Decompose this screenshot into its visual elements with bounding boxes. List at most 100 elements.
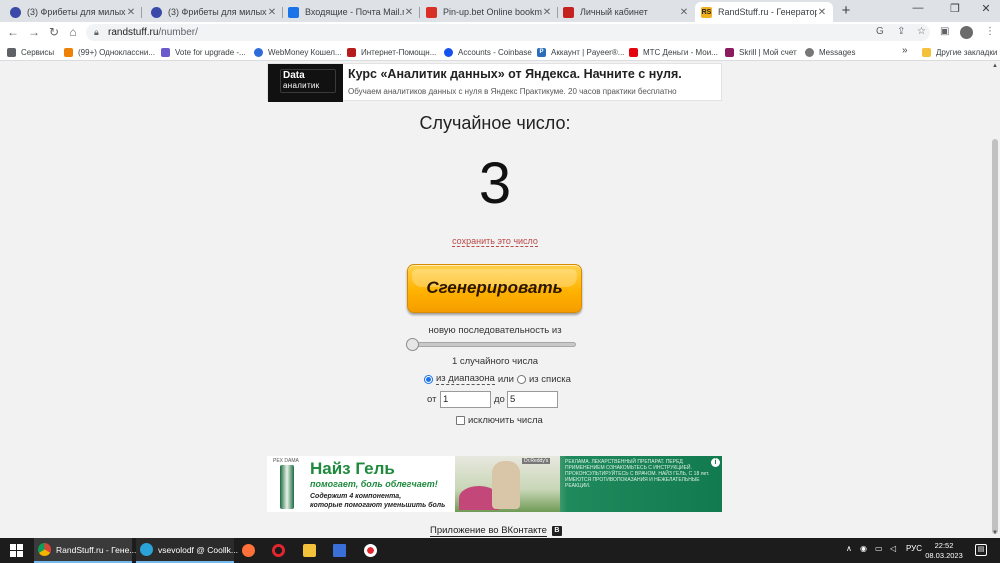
bookmark-label: WebMoney Кошел... xyxy=(268,47,342,57)
mode-selector: из диапазона или из списка xyxy=(424,373,571,385)
ad-photo-person xyxy=(492,461,520,509)
bookmark-label: Accounts - Coinbase xyxy=(458,47,532,57)
exclude-option[interactable]: исключить числа xyxy=(456,415,543,426)
tray-overflow-icon[interactable]: ∧ xyxy=(846,544,852,553)
taskbar-clock[interactable]: 22:52 08.03.2023 xyxy=(924,541,964,561)
skrill-icon xyxy=(725,47,734,57)
ad-sponsor-badge: Dr.Reddy's xyxy=(522,458,551,464)
bookmark-mts[interactable]: МТС Деньги - Мои... xyxy=(629,46,718,58)
tab-3[interactable]: Pin-up.bet Online bookmaker ✕ xyxy=(420,2,558,22)
tab-title: Входящие - Почта Mail.ru xyxy=(305,7,404,17)
close-window-button[interactable]: ✕ xyxy=(976,2,996,15)
ad-banner-top[interactable]: Data аналитик Курс «Аналитик данных» от … xyxy=(267,63,722,102)
google-lens-icon[interactable]: G xyxy=(876,26,884,37)
close-icon[interactable]: ✕ xyxy=(404,7,414,18)
close-icon[interactable]: ✕ xyxy=(679,7,689,18)
generate-button[interactable]: Сгенерировать xyxy=(407,264,582,313)
bookmark-vote[interactable]: Vote for upgrade -... xyxy=(161,46,246,58)
network-icon[interactable]: ▭ xyxy=(875,544,883,553)
count-slider[interactable] xyxy=(406,338,576,351)
new-tab-button[interactable]: + xyxy=(838,3,854,19)
taskbar-pin-explorer[interactable] xyxy=(298,538,320,563)
to-input[interactable] xyxy=(507,391,558,408)
vk-app-link-label: Приложение во ВКонтакте xyxy=(430,525,547,537)
restore-button[interactable]: ❐ xyxy=(945,2,965,15)
product-tube-image xyxy=(280,465,294,509)
tab-4[interactable]: Личный кабинет ✕ xyxy=(557,2,695,22)
volume-icon[interactable]: ◁ xyxy=(890,544,896,553)
tab-0[interactable]: (3) Фрибеты для милых дам ✕ xyxy=(4,2,142,22)
taskbar-app-telegram[interactable]: vsevolodf @ Coollk... xyxy=(136,538,238,563)
bookmark-label: Интернет-Помощн... xyxy=(361,47,437,57)
profile-avatar[interactable] xyxy=(960,26,973,39)
share-icon[interactable]: ⇪ xyxy=(897,26,905,37)
taskbar-pin-yandex[interactable] xyxy=(359,538,381,563)
tab-5-active[interactable]: RS RandStuff.ru - Генератор слу ✕ xyxy=(695,2,833,22)
forward-button[interactable]: → xyxy=(27,25,41,39)
back-button[interactable]: ← xyxy=(6,25,20,39)
random-number: 3 xyxy=(478,151,512,216)
range-label[interactable]: из диапазона xyxy=(436,373,495,385)
taskbar-pin-opera[interactable] xyxy=(267,538,289,563)
list-label[interactable]: из списка xyxy=(529,374,571,385)
bookmark-coinbase[interactable]: Accounts - Coinbase xyxy=(444,46,532,58)
mts-icon xyxy=(629,47,638,57)
taskbar-pin-firefox[interactable] xyxy=(237,538,259,563)
vk-icon: В xyxy=(551,526,562,536)
reload-button[interactable]: ↻ xyxy=(47,25,61,39)
bookmark-internet-helper[interactable]: Интернет-Помощн... xyxy=(347,46,436,58)
slider-handle[interactable] xyxy=(406,338,419,351)
bookmark-messages[interactable]: Messages xyxy=(805,46,855,58)
bookmark-star-icon[interactable]: ☆ xyxy=(917,26,926,37)
list-radio[interactable] xyxy=(517,374,526,384)
coinbase-icon xyxy=(444,47,453,57)
scroll-up-icon[interactable]: ▲ xyxy=(992,63,998,69)
from-input[interactable] xyxy=(440,391,491,408)
taskbar-pin-floppy[interactable] xyxy=(328,538,350,563)
exclude-checkbox[interactable] xyxy=(456,416,465,425)
save-number-link[interactable]: сохранить это число xyxy=(452,236,538,247)
ad-text-line-2: которые помогают уменьшить боль xyxy=(310,502,446,509)
sequence-label: новую последовательность из xyxy=(428,325,562,336)
ad-product-subtitle: помогает, боль облегчает! xyxy=(310,479,438,489)
close-icon[interactable]: ✕ xyxy=(267,7,277,18)
bookmark-payeer[interactable]: P Аккаунт | Payeer®... xyxy=(537,46,624,58)
vk-app-link[interactable]: Приложение во ВКонтакте В xyxy=(430,525,562,537)
close-icon[interactable]: ✕ xyxy=(817,7,827,18)
close-icon[interactable]: ✕ xyxy=(542,7,552,18)
other-bookmarks[interactable]: Другие закладки xyxy=(922,46,997,58)
mail-favicon-icon xyxy=(288,6,299,18)
tab-1[interactable]: (3) Фрибеты для милых дам ✕ xyxy=(145,2,283,22)
bookmarks-overflow-button[interactable]: » xyxy=(902,45,908,56)
tab-2[interactable]: Входящие - Почта Mail.ru ✕ xyxy=(282,2,420,22)
start-button[interactable] xyxy=(4,538,28,563)
logo-line-2: аналитик xyxy=(283,81,320,90)
page-scrollbar[interactable]: ▲ ▼ xyxy=(990,61,1000,538)
chrome-icon xyxy=(38,543,51,556)
tab-favicon-icon xyxy=(151,6,162,18)
bookmark-odnoklassniki[interactable]: (99+) Одноклассни... xyxy=(64,46,155,58)
apps-grid-icon xyxy=(7,47,16,57)
notifications-icon[interactable]: ▤ xyxy=(975,544,987,556)
scrollbar-thumb[interactable] xyxy=(992,139,998,534)
tray-app-icon[interactable]: ◉ xyxy=(860,544,867,553)
menu-dots-icon[interactable]: ⋮ xyxy=(985,26,995,37)
close-icon[interactable]: ✕ xyxy=(126,7,136,18)
bookmark-services[interactable]: Сервисы xyxy=(7,46,54,58)
ad-headline[interactable]: Курс «Аналитик данных» от Яндекса. Начни… xyxy=(348,67,682,81)
bookmark-label: Другие закладки xyxy=(936,47,998,57)
home-button[interactable]: ⌂ xyxy=(66,25,80,39)
page-viewport: Data аналитик Курс «Аналитик данных» от … xyxy=(0,61,990,538)
range-radio[interactable] xyxy=(424,374,433,384)
address-bar[interactable]: 🔒︎ randstuff.ru/number/ G ⇪ ☆ xyxy=(86,24,930,41)
minimize-button[interactable]: — xyxy=(908,2,928,14)
side-panel-icon[interactable]: ▣ xyxy=(940,26,949,37)
language-indicator[interactable]: РУС xyxy=(906,544,922,553)
scroll-down-icon[interactable]: ▼ xyxy=(992,530,998,536)
ad-info-icon[interactable]: i xyxy=(711,458,720,467)
payeer-icon: P xyxy=(537,47,546,57)
bookmark-skrill[interactable]: Skrill | Мой счет xyxy=(725,46,797,58)
taskbar-app-chrome[interactable]: RandStuff.ru - Гене... xyxy=(34,538,136,563)
bookmark-webmoney[interactable]: WebMoney Кошел... xyxy=(254,46,342,58)
ad-banner-bottom[interactable]: PEX DAMA Найз Гель помогает, боль облегч… xyxy=(267,456,722,512)
